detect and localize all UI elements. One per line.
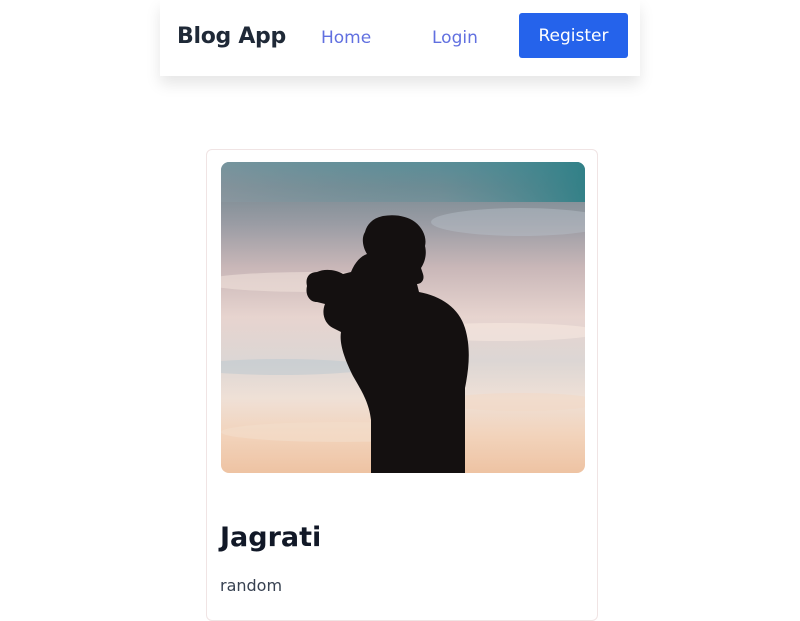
post-title: Jagrati [220,522,322,554]
navbar: Blog App Home Login Register [160,0,640,76]
brand-logo[interactable]: Blog App [177,24,286,49]
photographer-silhouette-image [221,162,585,473]
register-button[interactable]: Register [519,13,628,58]
nav-link-home[interactable]: Home [321,28,371,48]
post-card[interactable]: Jagrati random [206,149,598,621]
post-image [221,162,585,473]
post-body: random [220,576,283,595]
nav-link-login[interactable]: Login [432,28,478,48]
